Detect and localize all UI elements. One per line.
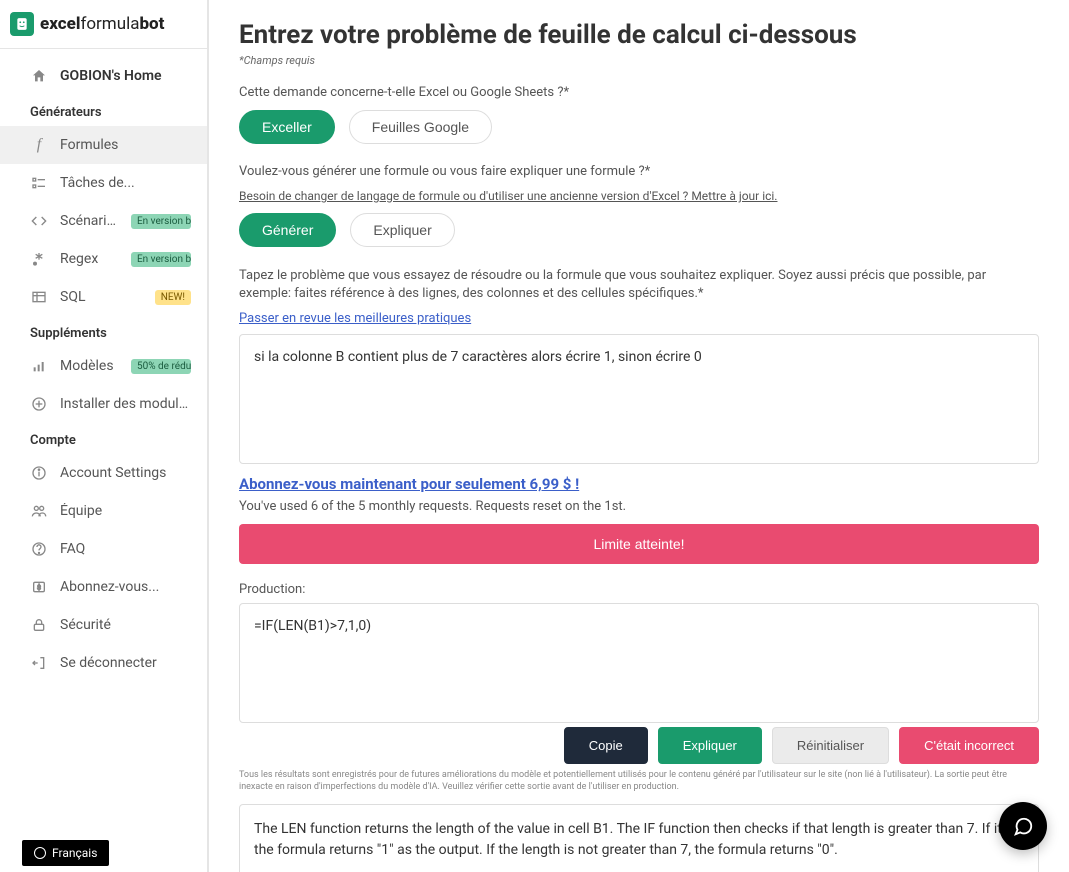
output-label: Production: [239, 582, 1039, 597]
reset-button[interactable]: Réinitialiser [772, 727, 889, 764]
sidebar-item-abonnez[interactable]: $ Abonnez-vous... [0, 568, 207, 606]
usage-text: You've used 6 of the 5 monthly requests.… [239, 499, 1039, 514]
sidebar-item-equipe[interactable]: Équipe [0, 492, 207, 530]
logout-icon [30, 654, 48, 672]
logo-text: excelformulabot [40, 14, 164, 34]
regex-icon [30, 250, 48, 268]
sidebar-item-sql[interactable]: SQL NEW! [0, 278, 207, 316]
pill-row-platform: Exceller Feuilles Google [239, 110, 1039, 144]
question-mode: Voulez-vous générer une formule ou vous … [239, 164, 1039, 179]
section-account: Compte [0, 423, 207, 454]
limit-reached-button[interactable]: Limite atteinte! [239, 524, 1039, 564]
sidebar-item-installer[interactable]: Installer des modules... [0, 385, 207, 423]
subscribe-link[interactable]: Abonnez-vous maintenant pour seulement 6… [239, 475, 579, 493]
sidebar-item-taches[interactable]: Tâches de... [0, 164, 207, 202]
sidebar: excelformulabot GOBION's Home Générateur… [0, 0, 208, 872]
sidebar-item-label: Abonnez-vous... [60, 579, 191, 595]
pill-excel[interactable]: Exceller [239, 110, 335, 144]
sidebar-item-label: Se déconnecter [60, 655, 191, 671]
chart-icon [30, 357, 48, 375]
sidebar-item-label: Sécurité [60, 617, 191, 633]
plus-circle-icon [30, 395, 48, 413]
tasks-icon [30, 174, 48, 192]
sidebar-item-label: Tâches de... [60, 175, 191, 191]
sidebar-item-label: Formules [60, 137, 191, 153]
svg-text:$: $ [37, 584, 41, 592]
lock-icon [30, 616, 48, 634]
sidebar-item-label: Installer des modules... [60, 396, 191, 412]
required-note: *Champs requis [239, 54, 1039, 67]
sidebar-item-label: SQL [60, 289, 143, 305]
pill-row-mode: Générer Expliquer [239, 213, 1039, 247]
sidebar-item-scenarios[interactable]: Scénarios En version b [0, 202, 207, 240]
sidebar-home-label: GOBION's Home [60, 68, 191, 84]
logo-icon [10, 12, 34, 36]
action-row: Copie Expliquer Réinitialiser C'était in… [239, 727, 1039, 764]
main-content: Entrez votre problème de feuille de calc… [208, 0, 1069, 872]
sidebar-item-faq[interactable]: FAQ [0, 530, 207, 568]
sidebar-item-modeles[interactable]: Modèles 50% de rédu [0, 347, 207, 385]
team-icon [30, 502, 48, 520]
instruction-text: Tapez le problème que vous essayez de ré… [239, 267, 1039, 303]
copy-button[interactable]: Copie [564, 727, 648, 764]
sidebar-item-label: Regex [60, 251, 119, 267]
app-root: excelformulabot GOBION's Home Générateur… [0, 0, 1069, 872]
table-icon [30, 288, 48, 306]
function-icon: f [30, 136, 48, 154]
info-icon [30, 464, 48, 482]
pill-generate[interactable]: Générer [239, 213, 336, 247]
sidebar-home[interactable]: GOBION's Home [0, 57, 207, 95]
section-addons: Suppléments [0, 316, 207, 347]
sidebar-item-label: Équipe [60, 503, 191, 519]
sidebar-item-label: FAQ [60, 541, 191, 557]
discount-badge: 50% de rédu [131, 359, 191, 374]
beta-badge: En version b [131, 252, 191, 267]
pill-sheets[interactable]: Feuilles Google [349, 110, 492, 144]
chat-icon [1012, 815, 1034, 837]
sidebar-item-regex[interactable]: Regex En version b [0, 240, 207, 278]
language-label: Français [52, 846, 97, 860]
sidebar-item-label: Scénarios [60, 213, 119, 229]
output-box: =IF(LEN(B1)>7,1,0) [239, 603, 1039, 723]
page-title: Entrez votre problème de feuille de calc… [239, 20, 1039, 50]
new-badge: NEW! [155, 290, 191, 305]
section-generators: Générateurs [0, 95, 207, 126]
sidebar-item-securite[interactable]: Sécurité [0, 606, 207, 644]
incorrect-button[interactable]: C'était incorrect [899, 727, 1039, 764]
logo[interactable]: excelformulabot [0, 0, 207, 49]
explanation-box: The LEN function returns the length of t… [239, 804, 1039, 872]
code-icon [30, 212, 48, 230]
disclaimer-text: Tous les résultats sont enregistrés pour… [239, 770, 1039, 793]
dollar-icon: $ [30, 578, 48, 596]
chat-fab[interactable] [999, 802, 1047, 850]
sidebar-item-account-settings[interactable]: Account Settings [0, 454, 207, 492]
best-practices-link[interactable]: Passer en revue les meilleures pratiques [239, 311, 471, 326]
sidebar-item-label: Modèles [60, 358, 119, 374]
beta-badge: En version b [131, 214, 191, 229]
explain-button[interactable]: Expliquer [658, 727, 762, 764]
home-icon [30, 67, 48, 85]
help-link-language[interactable]: Besoin de changer de langage de formule … [239, 189, 1039, 203]
language-widget[interactable]: Français [22, 840, 109, 866]
sidebar-body: GOBION's Home Générateurs f Formules Tâc… [0, 49, 207, 872]
sidebar-item-formules[interactable]: f Formules [0, 126, 207, 164]
sidebar-item-deconnecter[interactable]: Se déconnecter [0, 644, 207, 682]
globe-icon [34, 847, 46, 859]
problem-input[interactable] [239, 334, 1039, 464]
sidebar-item-label: Account Settings [60, 465, 191, 481]
help-icon [30, 540, 48, 558]
pill-explain[interactable]: Expliquer [350, 213, 454, 247]
question-platform: Cette demande concerne-t-elle Excel ou G… [239, 85, 1039, 100]
